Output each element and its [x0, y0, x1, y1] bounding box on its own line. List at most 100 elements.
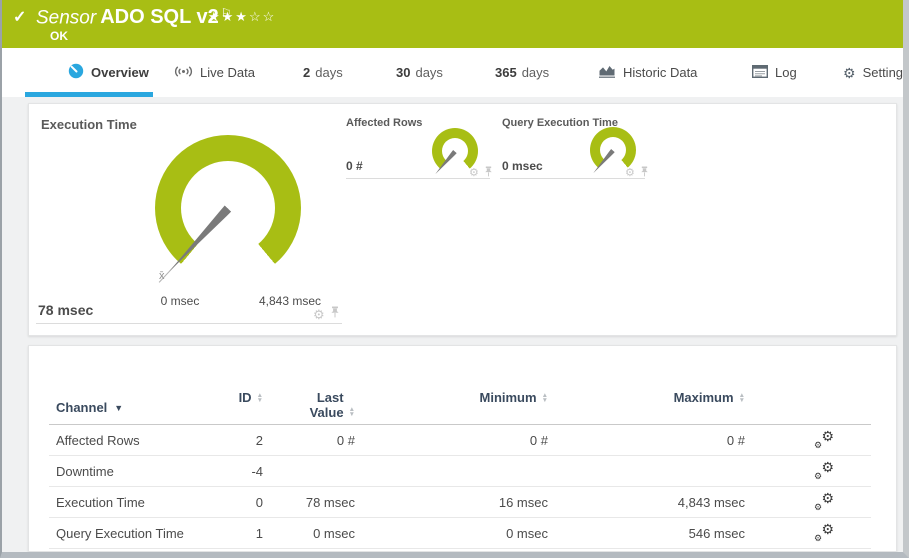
tab-365-days[interactable]: 365 days: [495, 48, 549, 97]
sensor-name: ADO SQL v2: [100, 6, 219, 29]
sort-desc-icon: ▼: [114, 403, 124, 413]
channel-id: 0: [255, 494, 263, 510]
channel-name: Query Execution Time: [56, 525, 184, 541]
tab-number: 365: [495, 65, 517, 80]
sort-toggle-icon: ▲ ▼: [541, 392, 548, 404]
mini-gauge-tools: ⚙: [469, 164, 493, 182]
gauge-settings-gear-icon[interactable]: ⚙: [625, 167, 635, 179]
channel-id: 2: [255, 432, 263, 448]
col-label: ID: [238, 390, 252, 405]
channel-maximum: 546 msec: [688, 525, 745, 541]
tab-label: Log: [775, 65, 797, 80]
log-list-icon: [751, 64, 769, 81]
channel-minimum: 16 msec: [498, 494, 548, 510]
tab-number: 2: [303, 65, 311, 80]
channel-maximum: 4,843 msec: [677, 494, 745, 510]
gauge-settings-gear-icon[interactable]: ⚙: [469, 167, 479, 179]
prtg-sensor-window: ✓ Sensor ADO SQL v2 ⚐ ★★★☆☆ OK Overview Li…: [0, 0, 909, 558]
col-header-minimum[interactable]: Minimum ▲ ▼: [375, 390, 568, 424]
area-chart-icon: [598, 64, 616, 81]
channel-settings-icon[interactable]: ⚙ ⚙: [814, 429, 834, 450]
channel-minimum: 0 #: [529, 432, 548, 448]
main-gauge-title: Execution Time: [41, 117, 137, 132]
main-gauge-min-label: 0 msec: [160, 294, 200, 308]
object-kind-label: Sensor: [36, 7, 97, 29]
table-row: Execution Time 0 78 msec 16 msec 4,843 m…: [49, 487, 871, 518]
tab-30-days[interactable]: 30 days: [396, 48, 443, 97]
tab-overview[interactable]: Overview: [68, 48, 149, 97]
sort-toggle-icon: ▲ ▼: [348, 406, 355, 418]
tab-settings[interactable]: ⚙ Settings: [843, 48, 909, 97]
col-label: Channel: [56, 399, 108, 415]
mini-gauge-tools: ⚙: [625, 164, 649, 182]
mini-gauge-value: 0 msec: [502, 159, 543, 173]
table-row: Downtime -4 ⚙ ⚙: [49, 456, 871, 487]
channel-settings-icon[interactable]: ⚙ ⚙: [814, 491, 834, 512]
tab-label: Overview: [91, 65, 149, 80]
tab-historic-data[interactable]: Historic Data: [598, 48, 697, 97]
channel-maximum: 0 #: [726, 432, 745, 448]
channel-last-value: 0 msec: [313, 525, 355, 541]
stars-empty[interactable]: ☆☆: [249, 9, 276, 24]
page-content: Execution Time x̄ 0 msec 4,843 msec 78 m…: [2, 97, 903, 552]
col-label: Minimum: [479, 390, 537, 405]
channel-settings-icon[interactable]: ⚙ ⚙: [814, 460, 834, 481]
gauges-panel: Execution Time x̄ 0 msec 4,843 msec 78 m…: [28, 103, 897, 336]
pin-icon[interactable]: [640, 164, 649, 182]
channel-name: Execution Time: [56, 494, 145, 510]
table-header-row: Channel ▼ ID ▲ ▼ Last Value ▲ ▼ Minimum ▲ ▼…: [49, 390, 871, 425]
pin-icon[interactable]: [330, 305, 340, 323]
col-label: Maximum: [673, 390, 734, 405]
status-badge: OK: [50, 29, 68, 43]
table-row: Query Execution Time 1 0 msec 0 msec 546…: [49, 518, 871, 549]
sort-toggle-icon: ▲ ▼: [738, 392, 745, 404]
tab-label: Historic Data: [623, 65, 698, 80]
channel-last-value: 78 msec: [305, 494, 355, 510]
pin-icon[interactable]: [484, 164, 493, 182]
channel-settings-icon[interactable]: ⚙ ⚙: [814, 522, 834, 543]
col-header-id[interactable]: ID ▲ ▼: [231, 390, 283, 424]
col-label: Last Value: [309, 390, 344, 420]
channels-table-panel: Channel ▼ ID ▲ ▼ Last Value ▲ ▼ Minimum ▲ ▼…: [28, 345, 897, 552]
table-row: Affected Rows 2 0 # 0 # 0 # ⚙ ⚙: [49, 425, 871, 456]
page-title: Sensor ADO SQL v2 ⚐: [36, 6, 232, 29]
channel-minimum: 0 msec: [506, 525, 548, 541]
mini-gauge-value: 0 #: [346, 159, 363, 173]
channel-name: Downtime: [56, 463, 114, 479]
tab-number: 30: [396, 65, 411, 80]
gauge-divider: [346, 178, 490, 179]
tab-label: Settings: [862, 65, 909, 80]
channel-name: Affected Rows: [56, 432, 140, 448]
main-gauge-value: 78 msec: [38, 302, 94, 318]
gauge-divider: [500, 178, 645, 179]
mini-gauge-title: Query Execution Time: [502, 117, 618, 129]
tab-unit: days: [315, 65, 343, 80]
col-header-channel[interactable]: Channel ▼: [49, 390, 231, 424]
sort-toggle-icon: ▲ ▼: [256, 392, 263, 404]
gauge-divider: [36, 323, 342, 324]
stars-filled[interactable]: ★★★: [208, 9, 249, 24]
channel-id: 1: [255, 525, 263, 541]
channel-id: -4: [251, 463, 263, 479]
main-gauge-tools: ⚙: [313, 305, 340, 323]
tab-bar: Overview Live Data 2 days 30 days 365 da…: [2, 48, 903, 97]
tab-live-data[interactable]: Live Data: [174, 48, 255, 97]
tab-unit: days: [521, 65, 550, 80]
sensor-header: ✓ Sensor ADO SQL v2 ⚐ ★★★☆☆ OK: [2, 0, 903, 48]
gauge-icon: [68, 63, 84, 82]
col-header-last-value[interactable]: Last Value ▲ ▼: [283, 390, 375, 424]
col-header-maximum[interactable]: Maximum ▲ ▼: [568, 390, 765, 424]
priority-stars[interactable]: ★★★☆☆: [208, 9, 276, 25]
live-broadcast-icon: [174, 65, 193, 81]
tab-log[interactable]: Log: [751, 48, 797, 97]
gear-icon: ⚙: [843, 64, 856, 81]
tab-2-days[interactable]: 2 days: [303, 48, 343, 97]
status-check-icon: ✓: [13, 9, 27, 26]
gauge-settings-gear-icon[interactable]: ⚙: [313, 308, 325, 321]
tab-label: Live Data: [200, 65, 255, 80]
mini-gauge-title: Affected Rows: [346, 117, 423, 129]
col-header-actions: [765, 390, 871, 424]
average-marker: x̄: [159, 270, 165, 282]
tab-unit: days: [415, 65, 443, 80]
channel-last-value: 0 #: [336, 432, 355, 448]
